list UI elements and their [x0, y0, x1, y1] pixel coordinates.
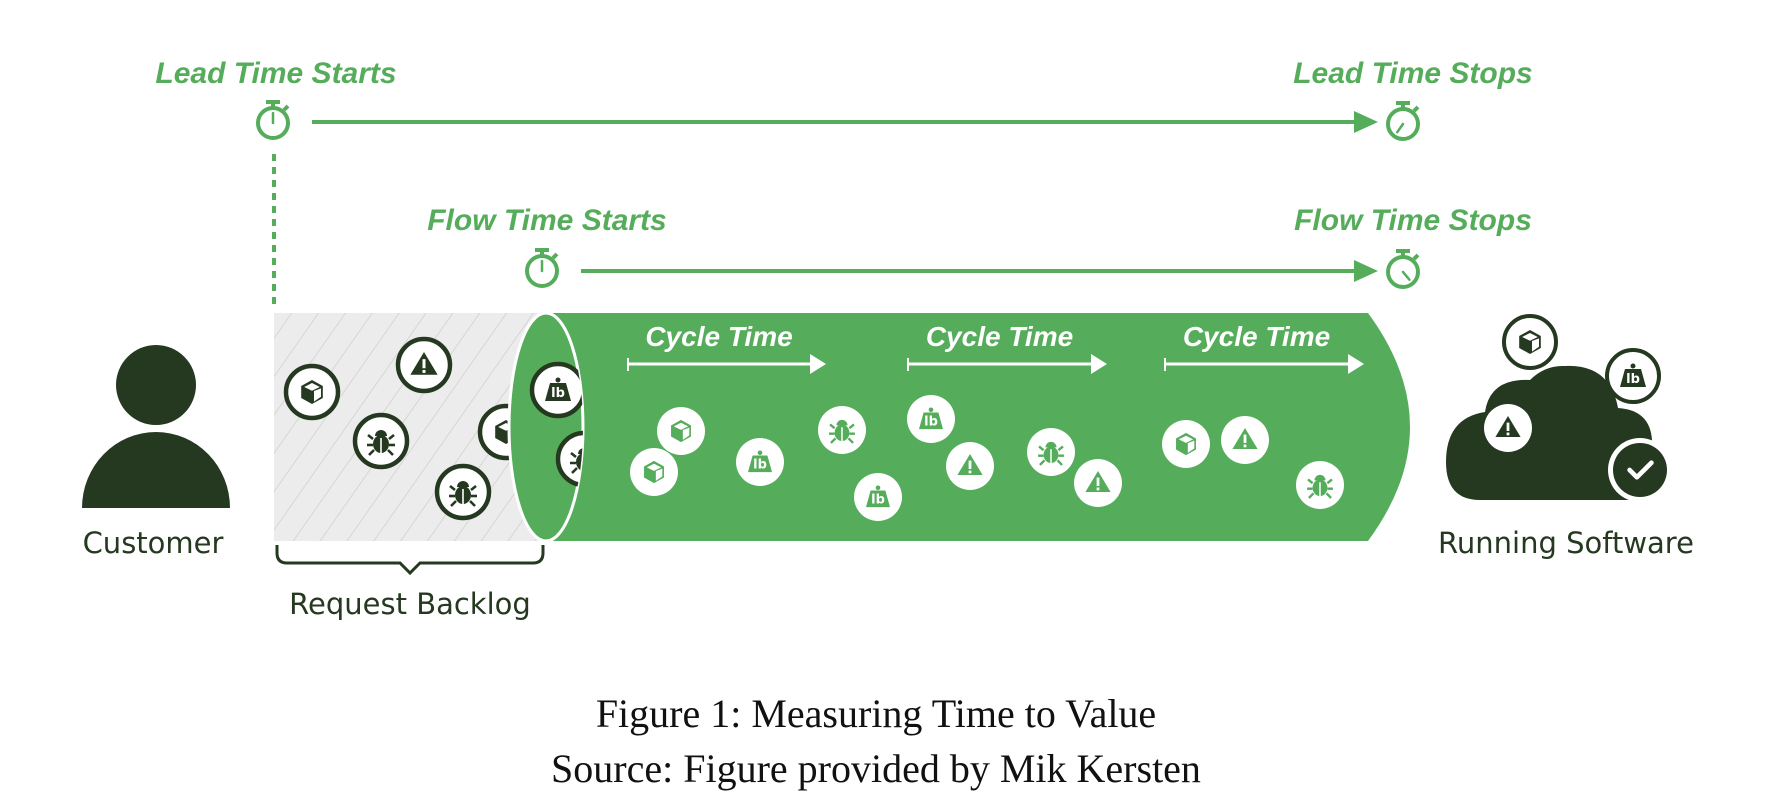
svg-text:lb: lb: [1626, 372, 1640, 387]
weight-icon: lb: [907, 395, 955, 443]
box-icon: [657, 407, 705, 455]
warning-icon: [395, 336, 453, 394]
time-to-value-diagram: Lead Time Starts Lead Time Stops Flow Ti…: [82, 57, 1694, 791]
request-backlog-label: Request Backlog: [289, 587, 531, 621]
box-icon: [283, 363, 341, 421]
flow-time-stop-label: Flow Time Stops: [1294, 204, 1532, 237]
bug-icon: [1296, 461, 1344, 509]
lead-time-arrow: [312, 111, 1378, 133]
cycle-time-label: Cycle Time: [1183, 321, 1330, 352]
bug-icon: [1027, 428, 1075, 476]
cycle-time-label: Cycle Time: [645, 321, 792, 352]
figure-caption-source: Source: Figure provided by Mik Kersten: [551, 746, 1201, 791]
flow-time-arrow: [581, 260, 1378, 282]
check-icon: [1608, 438, 1672, 502]
stopwatch-start-icon: [256, 100, 290, 140]
box-icon: [1502, 314, 1558, 370]
lead-time-start-label: Lead Time Starts: [155, 57, 396, 90]
bug-icon: [352, 412, 410, 470]
stopwatch-stop-icon: [1386, 249, 1420, 289]
flow-time-start-label: Flow Time Starts: [427, 204, 667, 237]
bug-icon: [818, 406, 866, 454]
person-icon: [82, 345, 230, 508]
stopwatch-start-icon: [525, 248, 559, 288]
svg-text:lb: lb: [871, 492, 885, 507]
bug-icon: [434, 463, 492, 521]
weight-icon: lb: [736, 438, 784, 486]
figure-caption-title: Figure 1: Measuring Time to Value: [596, 691, 1156, 736]
warning-icon: [1484, 404, 1532, 452]
backlog-brace: [275, 545, 545, 576]
weight-icon: lb: [854, 473, 902, 521]
warning-icon: [946, 442, 994, 490]
weight-icon: lb: [1605, 348, 1661, 404]
svg-text:lb: lb: [551, 386, 565, 401]
stopwatch-stop-icon: [1386, 101, 1420, 141]
weight-icon: lb: [529, 361, 583, 419]
cycle-time-label: Cycle Time: [926, 321, 1073, 352]
lead-time-stop-label: Lead Time Stops: [1293, 57, 1533, 90]
box-icon: [1162, 420, 1210, 468]
running-software-label: Running Software: [1438, 526, 1694, 560]
warning-icon: [1221, 416, 1269, 464]
pipeline-opening: [507, 311, 585, 543]
svg-text:lb: lb: [753, 457, 767, 472]
svg-text:lb: lb: [924, 414, 938, 429]
warning-icon: [1074, 459, 1122, 507]
customer-label: Customer: [83, 526, 224, 560]
box-icon: [630, 448, 678, 496]
